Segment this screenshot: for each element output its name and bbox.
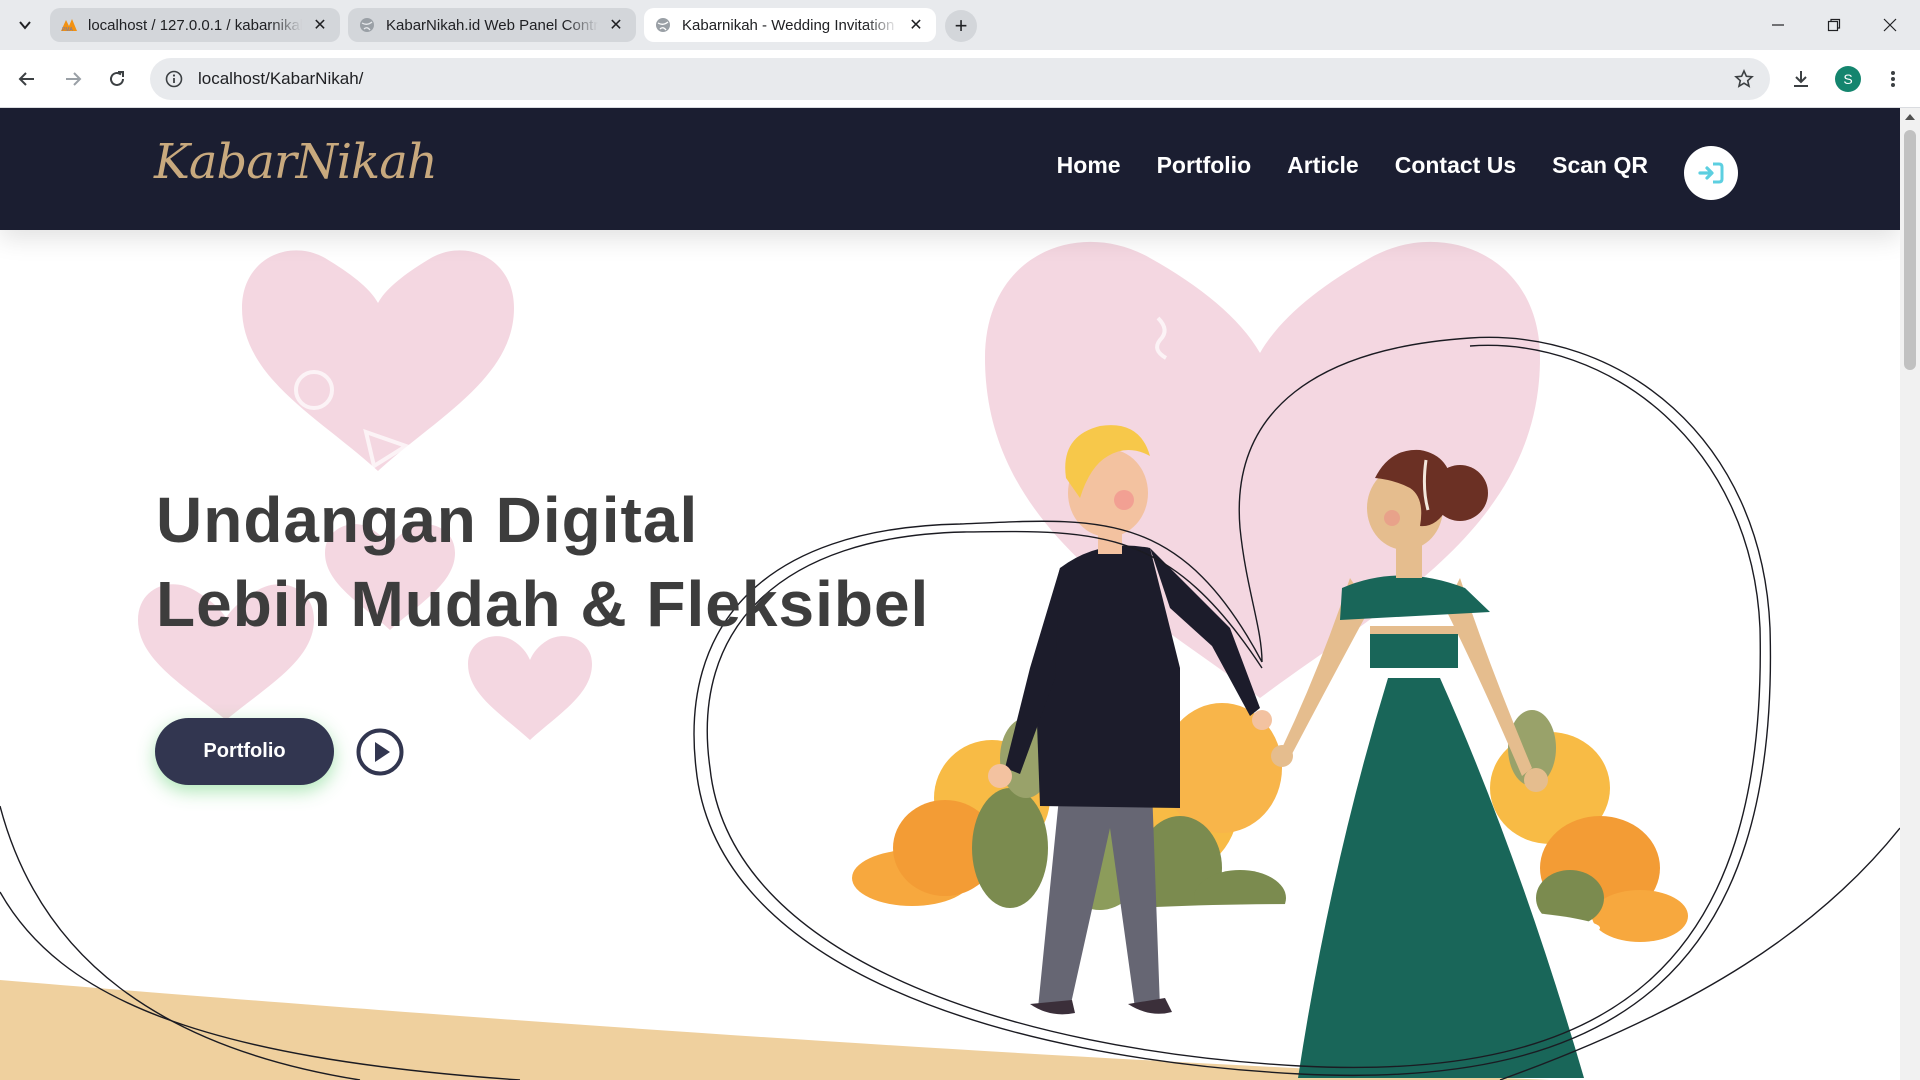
- arrow-left-icon: [18, 72, 34, 86]
- minimize-button[interactable]: [1750, 0, 1806, 50]
- site-info-icon[interactable]: [162, 67, 186, 91]
- decorative-lines: [0, 336, 1900, 1080]
- nav-contact-us[interactable]: Contact Us: [1395, 152, 1516, 179]
- hero-title-line2: Lebih Mudah & Fleksibel: [156, 568, 930, 640]
- scroll-up-icon[interactable]: [1905, 114, 1915, 120]
- tab-title: localhost / 127.0.0.1 / kabarnikah: [88, 16, 302, 34]
- reload-icon: [110, 71, 124, 86]
- globe-icon: [654, 16, 672, 34]
- main-nav: Home Portfolio Article Contact Us Scan Q…: [1057, 152, 1648, 179]
- minimize-icon: [1772, 24, 1784, 26]
- close-tab-icon[interactable]: ✕: [906, 15, 926, 35]
- svg-text:PMA: PMA: [62, 27, 74, 32]
- hero-title: Undangan Digital Lebih Mudah & Fleksibel: [156, 478, 929, 646]
- restore-button[interactable]: [1806, 0, 1862, 50]
- browser-tab-bar: PMA localhost / 127.0.0.1 / kabarnikah ✕…: [0, 0, 1920, 50]
- sign-in-icon: [1698, 162, 1724, 184]
- nav-portfolio[interactable]: Portfolio: [1157, 152, 1252, 179]
- hero-title-line1: Undangan Digital: [156, 484, 699, 556]
- browser-menu-button[interactable]: [1876, 62, 1910, 96]
- browser-toolbar: localhost/KabarNikah/ S: [0, 50, 1920, 108]
- downloads-button[interactable]: [1784, 62, 1818, 96]
- phpmyadmin-icon: PMA: [60, 16, 78, 34]
- more-vertical-icon: [1891, 71, 1895, 87]
- play-circle-icon: [356, 728, 404, 776]
- portfolio-cta-button[interactable]: Portfolio: [155, 718, 334, 785]
- close-icon: [1883, 18, 1897, 32]
- bookmark-star-icon[interactable]: [1732, 67, 1756, 91]
- tab-title: KabarNikah.id Web Panel Control: [386, 16, 598, 34]
- browser-tab-kabarnikah[interactable]: Kabarnikah - Wedding Invitation ✕: [644, 8, 936, 42]
- back-button[interactable]: [10, 62, 44, 96]
- download-icon: [1794, 71, 1808, 87]
- globe-icon: [358, 16, 376, 34]
- chevron-down-icon: [19, 21, 31, 30]
- nav-home[interactable]: Home: [1057, 152, 1121, 179]
- browser-tab-webpanel[interactable]: KabarNikah.id Web Panel Control ✕: [348, 8, 636, 42]
- play-video-button[interactable]: [356, 728, 404, 776]
- profile-avatar[interactable]: S: [1835, 66, 1861, 92]
- browser-tab-phpmyadmin[interactable]: PMA localhost / 127.0.0.1 / kabarnikah ✕: [50, 8, 340, 42]
- close-window-button[interactable]: [1862, 0, 1918, 50]
- scrollbar-thumb[interactable]: [1904, 130, 1916, 370]
- reload-button[interactable]: [100, 62, 134, 96]
- forward-button[interactable]: [56, 62, 90, 96]
- arrow-right-icon: [66, 72, 82, 86]
- address-bar[interactable]: localhost/KabarNikah/: [150, 58, 1770, 100]
- url-text[interactable]: localhost/KabarNikah/: [198, 69, 363, 89]
- foliage: [852, 703, 1688, 952]
- close-tab-icon[interactable]: ✕: [606, 15, 626, 35]
- nav-scan-qr[interactable]: Scan QR: [1552, 152, 1648, 179]
- site-logo[interactable]: KabarNikah: [154, 134, 438, 190]
- page-scrollbar[interactable]: [1900, 108, 1920, 1080]
- plus-icon: +: [954, 13, 968, 38]
- new-tab-button[interactable]: +: [945, 10, 977, 42]
- restore-icon: [1827, 18, 1841, 32]
- tab-title: Kabarnikah - Wedding Invitation: [682, 16, 895, 34]
- nav-article[interactable]: Article: [1287, 152, 1359, 179]
- tab-search-button[interactable]: [12, 12, 38, 38]
- site-header: KabarNikah Home Portfolio Article Contac…: [0, 108, 1900, 230]
- close-tab-icon[interactable]: ✕: [310, 15, 330, 35]
- login-button[interactable]: [1684, 146, 1738, 200]
- page-viewport: KabarNikah Home Portfolio Article Contac…: [0, 108, 1900, 1080]
